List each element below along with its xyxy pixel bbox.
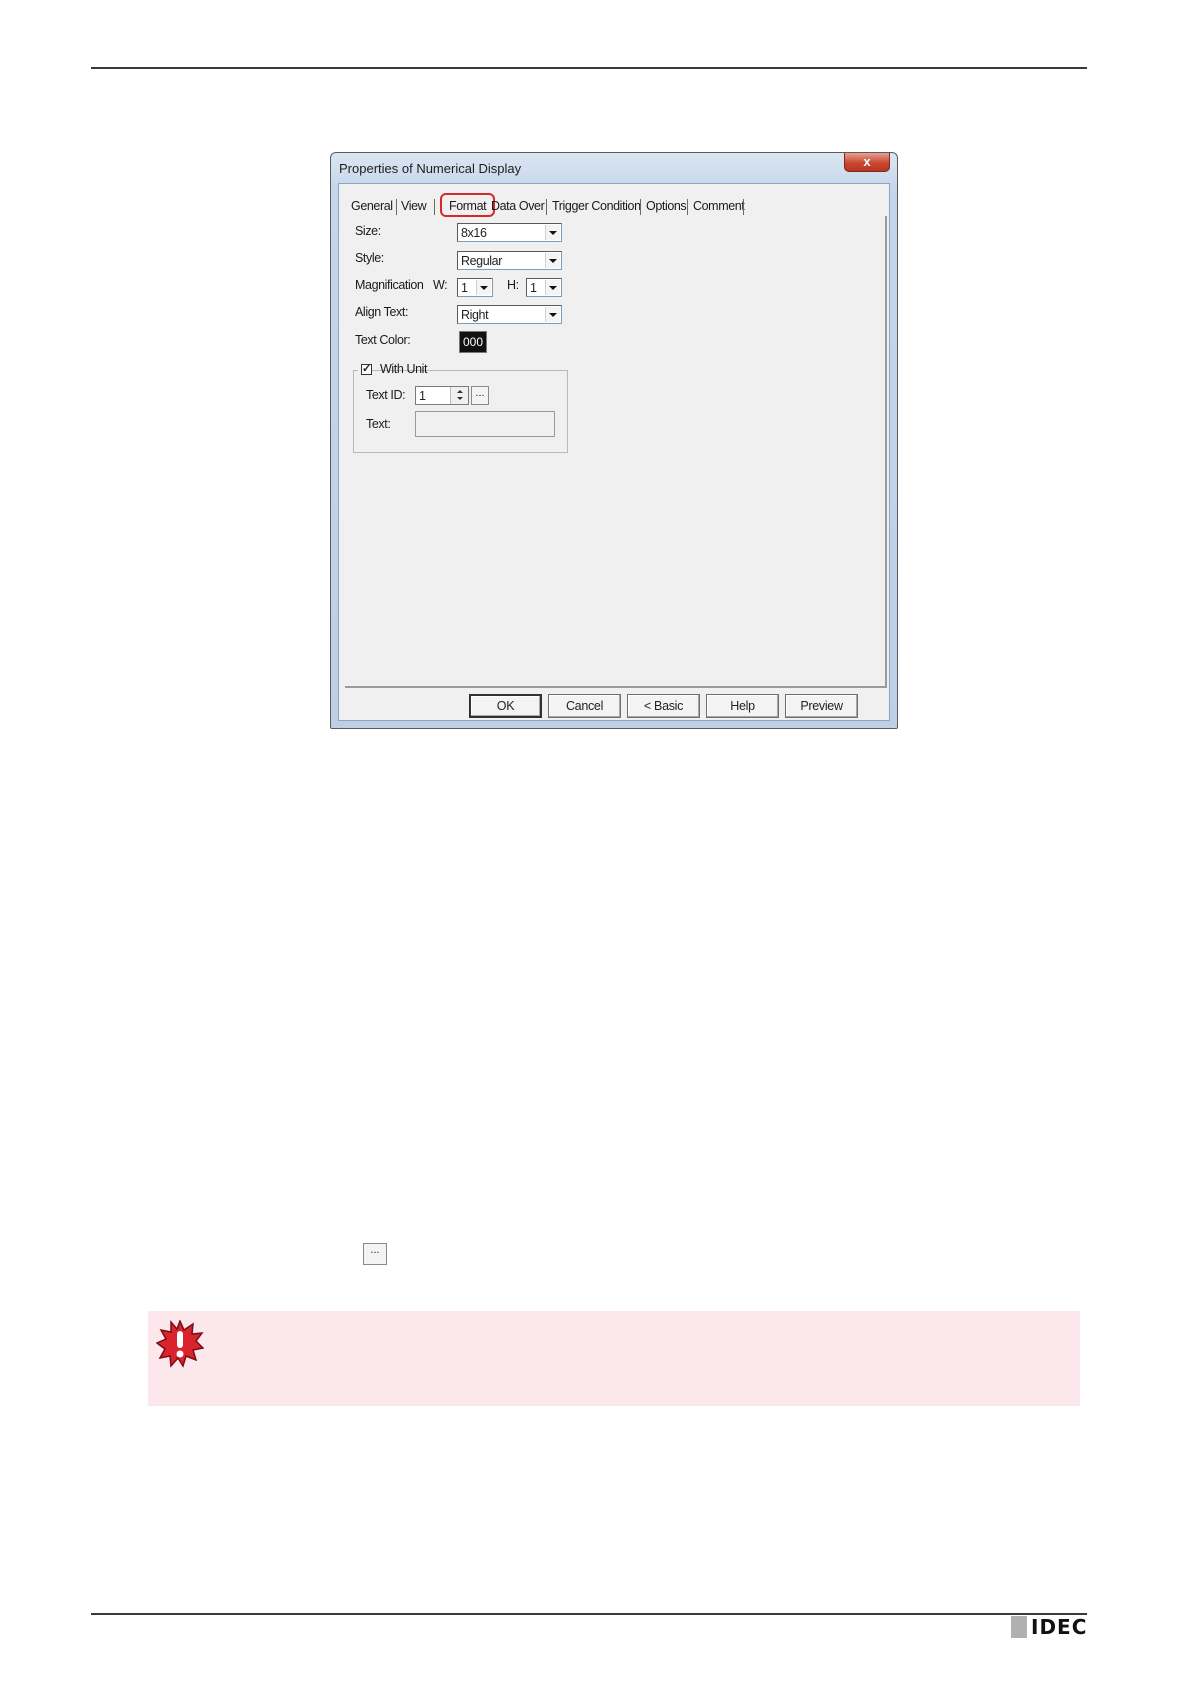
properties-dialog: Properties of Numerical Display x Genera… (330, 152, 898, 729)
caution-box (148, 1311, 1080, 1406)
close-icon: x (863, 154, 871, 169)
tab-separator (687, 199, 688, 215)
with-unit-label: With Unit (380, 362, 428, 376)
logo-mark (1011, 1616, 1027, 1638)
header-rule (91, 67, 1087, 69)
unit-text-field[interactable] (415, 411, 555, 437)
chevron-down-icon[interactable] (545, 280, 560, 295)
style-select[interactable]: Regular (457, 251, 562, 270)
magnification-w-label: W: (433, 278, 448, 292)
with-unit-group: ✓ With Unit Text ID: 1 ... Text: (353, 362, 568, 453)
close-button[interactable]: x (844, 153, 890, 172)
magnification-h-value: 1 (530, 281, 537, 295)
tab-separator (396, 199, 397, 215)
dialog-title: Properties of Numerical Display (339, 161, 522, 176)
tab-view[interactable]: View (401, 196, 427, 216)
magnification-label: Magnification (355, 278, 424, 292)
magnification-w-value: 1 (461, 281, 468, 295)
tab-separator (743, 199, 744, 215)
text-id-spinner[interactable]: 1 (415, 386, 469, 405)
tab-data-over[interactable]: Data Over (491, 196, 545, 216)
chevron-down-icon[interactable] (545, 253, 560, 268)
chevron-down-icon[interactable] (476, 280, 491, 295)
text-label: Text: (366, 417, 391, 431)
browse-button: ... (363, 1243, 387, 1265)
caution-burst-icon (156, 1320, 204, 1368)
chevron-down-icon[interactable] (545, 225, 560, 240)
align-text-select[interactable]: Right (457, 305, 562, 324)
cancel-button[interactable]: Cancel (548, 694, 621, 718)
text-color-label: Text Color: (355, 333, 411, 347)
ok-button[interactable]: OK (469, 694, 542, 718)
spinner-arrows-icon[interactable] (450, 387, 468, 404)
size-value: 8x16 (461, 226, 487, 240)
style-label: Style: (355, 251, 384, 265)
size-select[interactable]: 8x16 (457, 223, 562, 242)
tab-comment[interactable]: Comment (693, 196, 745, 216)
tab-bar: General View Format Data Over Trigger Co… (339, 193, 889, 217)
tab-options[interactable]: Options (646, 196, 687, 216)
basic-button[interactable]: < Basic (627, 694, 700, 718)
logo-text: IDEC (1031, 1615, 1088, 1639)
align-text-label: Align Text: (355, 305, 409, 319)
style-value: Regular (461, 254, 502, 268)
tab-separator (640, 199, 641, 215)
dialog-client: General View Format Data Over Trigger Co… (338, 183, 890, 721)
preview-button[interactable]: Preview (785, 694, 858, 718)
help-button[interactable]: Help (706, 694, 779, 718)
text-id-value: 1 (419, 389, 426, 403)
magnification-h-label: H: (507, 278, 519, 292)
tab-trigger-condition[interactable]: Trigger Condition (552, 196, 641, 216)
magnification-w-select[interactable]: 1 (457, 278, 493, 297)
text-color-button[interactable]: 000 (459, 331, 487, 353)
chevron-down-icon[interactable] (545, 307, 560, 322)
footer-rule (91, 1613, 1087, 1615)
tab-separator (546, 199, 547, 215)
magnification-h-select[interactable]: 1 (526, 278, 562, 297)
with-unit-checkbox[interactable]: ✓ (361, 364, 372, 375)
with-unit-title: ✓ With Unit (358, 362, 428, 378)
dialog-titlebar[interactable]: Properties of Numerical Display x (331, 153, 897, 183)
size-label: Size: (355, 224, 381, 238)
idec-logo: IDEC (1011, 1613, 1086, 1643)
tab-general[interactable]: General (351, 196, 393, 216)
align-text-value: Right (461, 308, 489, 322)
text-id-browse-button[interactable]: ... (471, 386, 489, 405)
text-id-label: Text ID: (366, 388, 406, 402)
tab-separator (434, 199, 435, 215)
tab-format[interactable]: Format (440, 193, 496, 217)
